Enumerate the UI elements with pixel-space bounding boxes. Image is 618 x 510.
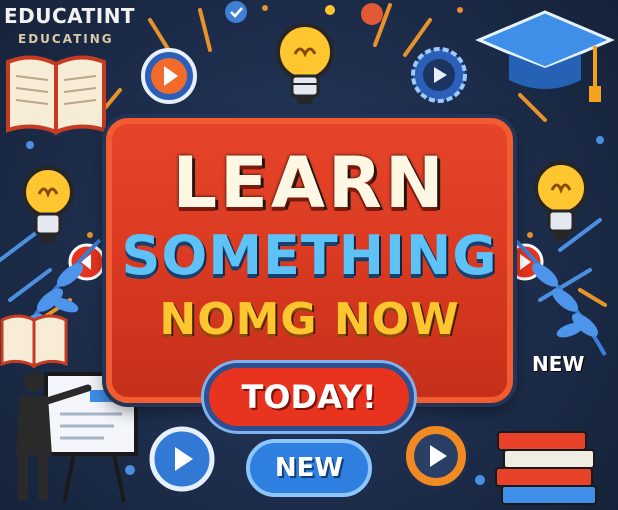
play-button-icon[interactable] xyxy=(140,47,198,105)
open-book-icon xyxy=(6,55,106,135)
book-stack-icon xyxy=(495,431,597,505)
laurel-leaf-icon xyxy=(513,238,607,356)
play-button-icon[interactable] xyxy=(400,420,472,492)
corner-subtitle: EDUCATING xyxy=(18,32,114,46)
poster-canvas: EDUCATINT EDUCATING NEW LEARN SOMETHING … xyxy=(0,0,618,510)
headline-line-2: SOMETHING xyxy=(121,224,498,287)
open-book-icon xyxy=(0,314,68,369)
play-badge-icon[interactable] xyxy=(410,46,468,104)
corner-title: EDUCATINT xyxy=(4,4,136,28)
headline-line-1: LEARN xyxy=(172,142,447,224)
new-side-label: NEW xyxy=(532,352,585,376)
headline-line-3: NOMG NOW xyxy=(159,294,460,345)
new-button[interactable]: NEW xyxy=(246,439,372,497)
today-button[interactable]: TODAY! xyxy=(204,363,414,431)
headline-panel: LEARN SOMETHING NOMG NOW xyxy=(106,118,513,403)
lightbulb-icon xyxy=(276,23,334,104)
play-button-icon[interactable] xyxy=(148,425,216,493)
graduation-cap-icon xyxy=(475,10,615,102)
